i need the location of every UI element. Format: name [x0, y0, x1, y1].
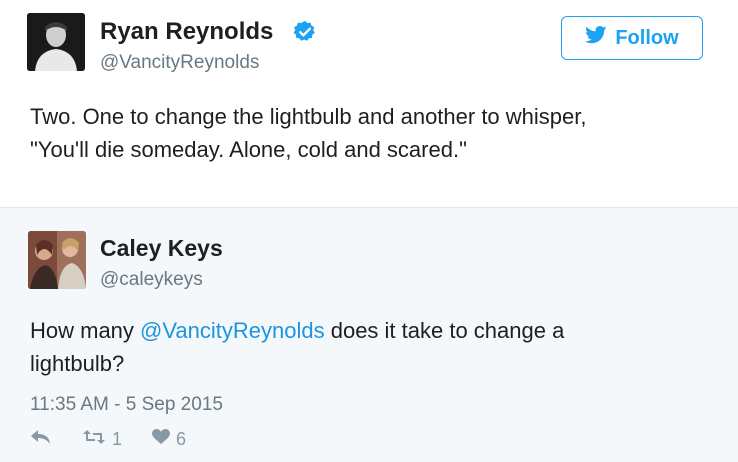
follow-button[interactable]: Follow: [561, 16, 703, 60]
reply-action[interactable]: [30, 428, 52, 451]
author-handle[interactable]: @VancityReynolds: [100, 52, 259, 74]
author-avatar[interactable]: [27, 13, 85, 71]
main-tweet: Ryan Reynolds @VancityReynolds Follow Tw…: [0, 0, 738, 207]
reply-author-handle[interactable]: @caleykeys: [100, 269, 203, 291]
verified-badge-icon: [293, 20, 317, 44]
reply-text-line-2: lightbulb?: [30, 351, 125, 376]
reply-arrow-icon: [30, 428, 52, 451]
reply-author-name[interactable]: Caley Keys: [100, 235, 223, 262]
reply-timestamp[interactable]: 11:35 AM - 5 Sep 2015: [30, 394, 223, 416]
retweet-icon: [82, 429, 106, 450]
retweet-action[interactable]: 1: [82, 429, 122, 450]
reply-avatar[interactable]: [28, 231, 86, 289]
like-action[interactable]: 6: [152, 429, 186, 450]
tweet-text-line-2: "You'll die someday. Alone, cold and sca…: [30, 137, 467, 162]
tweet-actions: 1 6: [30, 428, 186, 451]
reply-text-line-1: How many @VancityReynolds does it take t…: [30, 314, 564, 347]
follow-label: Follow: [615, 26, 679, 49]
mention-link[interactable]: @VancityReynolds: [140, 318, 325, 343]
bird-icon: [585, 26, 607, 50]
like-count: 6: [176, 429, 187, 449]
reply-text-before: How many: [30, 318, 141, 343]
author-name[interactable]: Ryan Reynolds: [100, 18, 273, 46]
reply-text-after: does it take to change a: [324, 318, 565, 343]
tweet-text-line-1: Two. One to change the lightbulb and ano…: [30, 104, 587, 129]
retweet-count: 1: [112, 429, 123, 449]
heart-icon: [152, 429, 171, 450]
